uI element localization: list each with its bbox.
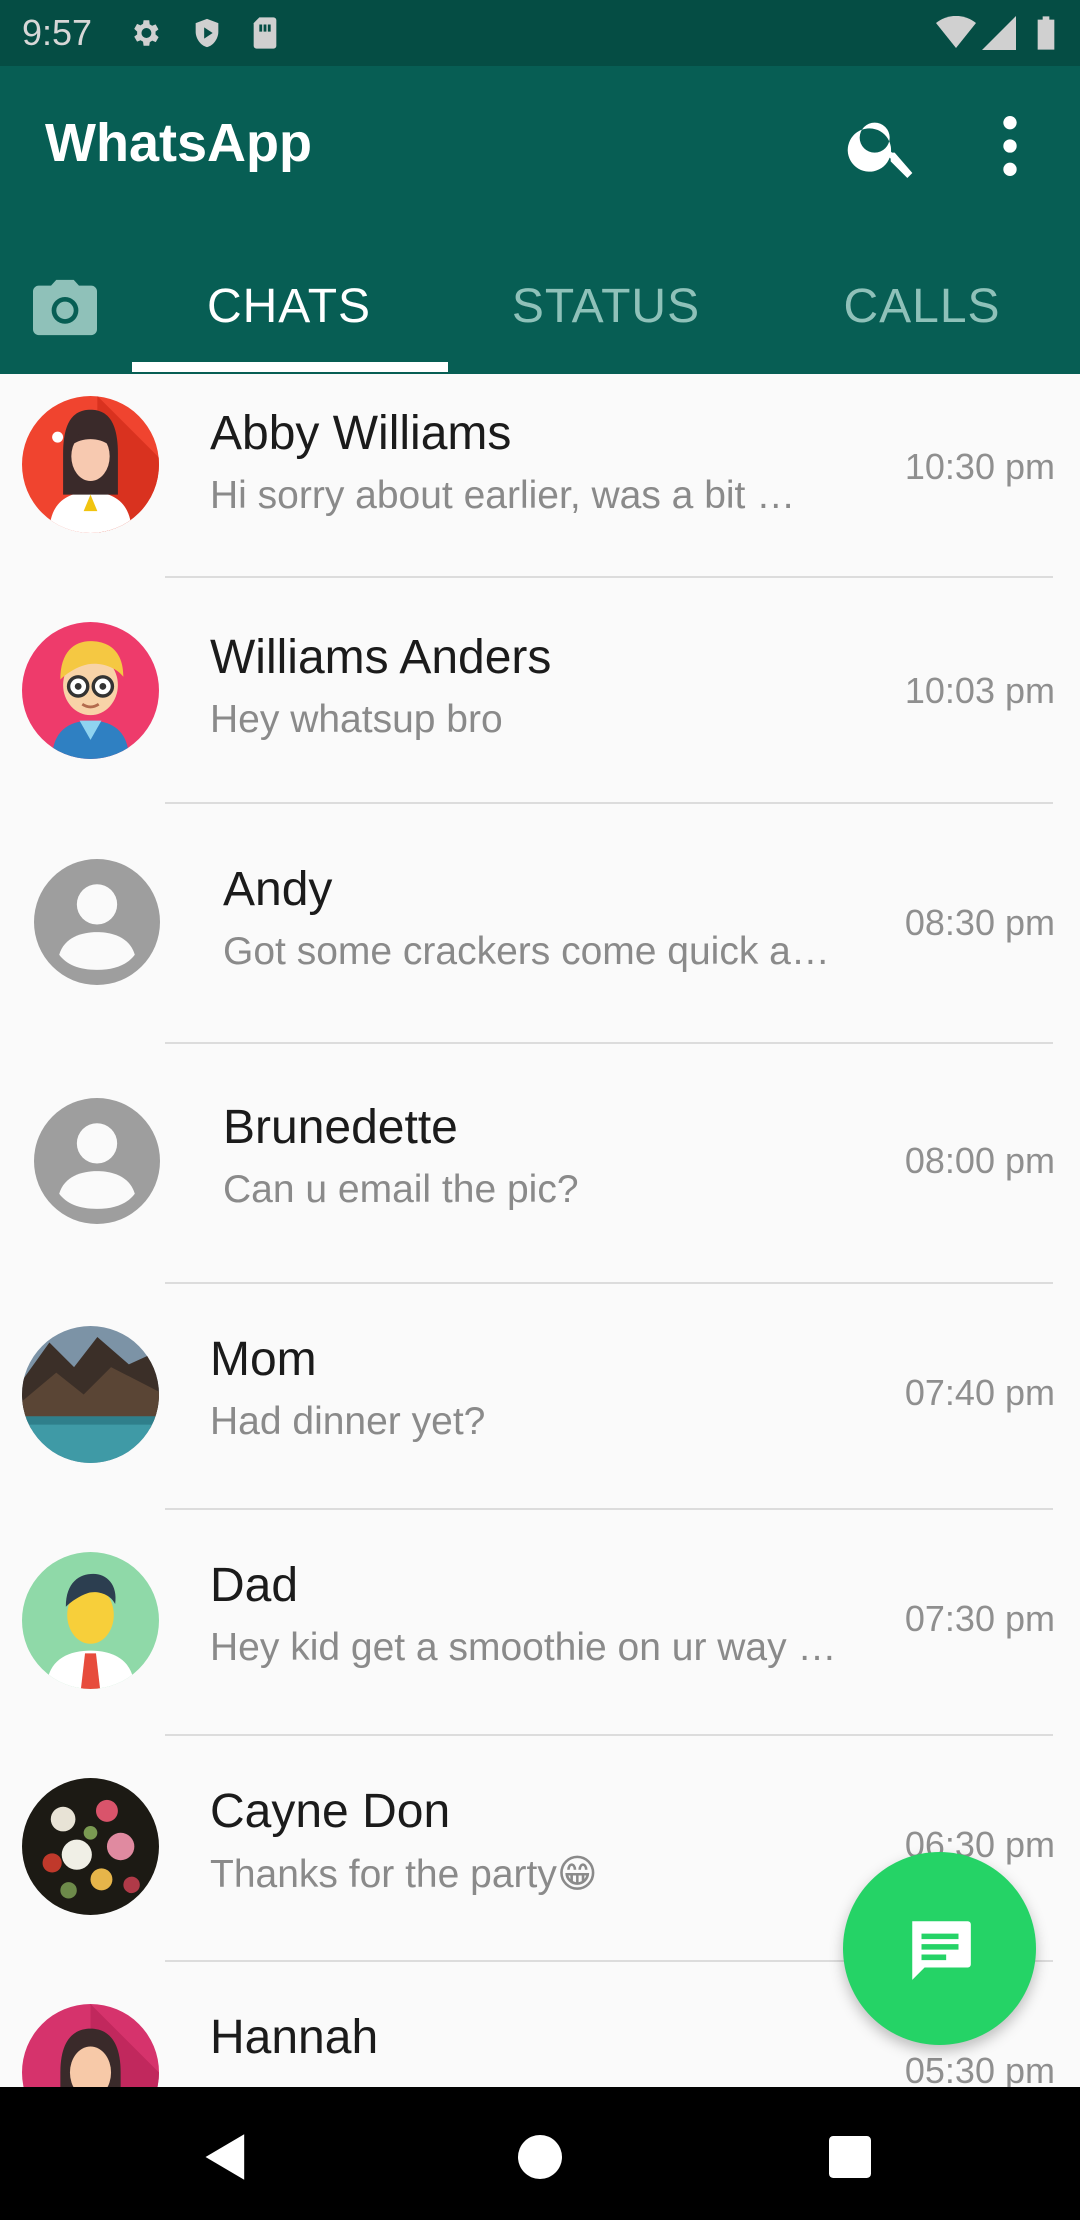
status-time: 9:57	[22, 12, 93, 53]
chat-time: 05:30 pm	[904, 2050, 1055, 2087]
chat-item-williams-anders[interactable]: Williams Anders Hey whatsup bro 10:03 pm	[0, 578, 1080, 804]
new-chat-icon	[911, 1920, 971, 1980]
chat-name: Dad	[210, 1559, 299, 1612]
chat-message-preview: Hi sorry about earlier, was a bit …	[210, 474, 796, 517]
chat-time: 10:03 pm	[904, 670, 1055, 711]
more-vert-icon	[1003, 116, 1017, 176]
status-bar: 9:57	[0, 0, 1080, 66]
tab-chats[interactable]: CHATS	[130, 251, 448, 361]
back-button[interactable]	[186, 2117, 266, 2197]
tab-calls[interactable]: CALLS	[764, 251, 1080, 361]
default-person-avatar	[34, 859, 160, 985]
lake-photo-avatar	[22, 1326, 159, 1463]
chat-item-abby-williams[interactable]: Abby Williams Hi sorry about earlier, wa…	[0, 374, 1080, 578]
chat-item-brunedette[interactable]: Brunedette Can u email the pic? 08:00 pm	[0, 1044, 1080, 1284]
more-options-button[interactable]	[970, 106, 1050, 186]
shield-icon	[190, 16, 224, 55]
chat-name: Andy	[223, 863, 333, 916]
chat-item-mom[interactable]: Mom Had dinner yet? 07:40 pm	[0, 1284, 1080, 1510]
chat-name: Williams Anders	[210, 631, 552, 684]
home-button[interactable]	[500, 2117, 580, 2197]
chat-name: Brunedette	[223, 1101, 458, 1154]
flowers-photo-avatar	[22, 1778, 159, 1915]
chat-name: Mom	[210, 1333, 317, 1386]
chat-time: 08:30 pm	[904, 902, 1055, 943]
chat-name: Cayne Don	[210, 1785, 451, 1838]
app-title: WhatsApp	[45, 113, 312, 173]
new-chat-button[interactable]	[843, 1852, 1036, 2045]
chat-message-preview: Can u email the pic?	[223, 1168, 579, 1211]
chat-message-preview: Hey kid get a smoothie on ur way …	[210, 1626, 837, 1669]
woman-avatar	[22, 396, 159, 533]
chat-message-preview: Hey whatsup bro	[210, 698, 503, 741]
sim-card-icon	[250, 16, 280, 55]
settings-icon	[128, 16, 162, 55]
tab-status[interactable]: STATUS	[448, 251, 764, 361]
chat-message-preview: Thanks for the party😁	[210, 1853, 598, 1896]
recents-icon	[829, 2136, 871, 2178]
man-avatar	[22, 1552, 159, 1689]
chat-name: Abby Williams	[210, 407, 512, 460]
back-icon	[205, 2134, 245, 2180]
chat-time: 08:00 pm	[904, 1140, 1055, 1181]
navigation-bar	[0, 2087, 1080, 2220]
app-bar: WhatsApp CHATS STATUS CALLS	[0, 66, 1080, 374]
chat-item-andy[interactable]: Andy Got some crackers come quick a… 08:…	[0, 804, 1080, 1044]
chat-list[interactable]: Abby Williams Hi sorry about earlier, wa…	[0, 374, 1080, 2087]
recents-button[interactable]	[810, 2117, 890, 2197]
chat-time: 07:30 pm	[904, 1598, 1055, 1639]
chat-item-dad[interactable]: Dad Hey kid get a smoothie on ur way … 0…	[0, 1510, 1080, 1736]
boy-glasses-avatar	[22, 622, 159, 759]
search-button[interactable]	[843, 106, 923, 186]
home-icon	[518, 2135, 562, 2179]
girl-avatar	[22, 2004, 159, 2087]
wifi-icon	[936, 15, 976, 55]
tab-camera[interactable]	[0, 251, 130, 361]
chat-message-preview: Got some crackers come quick a…	[223, 930, 830, 973]
chat-time: 07:40 pm	[904, 1372, 1055, 1413]
signal-icon	[982, 16, 1016, 55]
camera-icon	[33, 279, 97, 336]
tab-indicator	[132, 362, 448, 372]
chat-time: 10:30 pm	[904, 446, 1055, 487]
battery-icon	[1036, 16, 1056, 55]
chat-message-preview: Had dinner yet?	[210, 1400, 486, 1443]
search-icon	[847, 122, 913, 178]
chat-name: Hannah	[210, 2011, 379, 2064]
default-person-avatar	[34, 1098, 160, 1224]
